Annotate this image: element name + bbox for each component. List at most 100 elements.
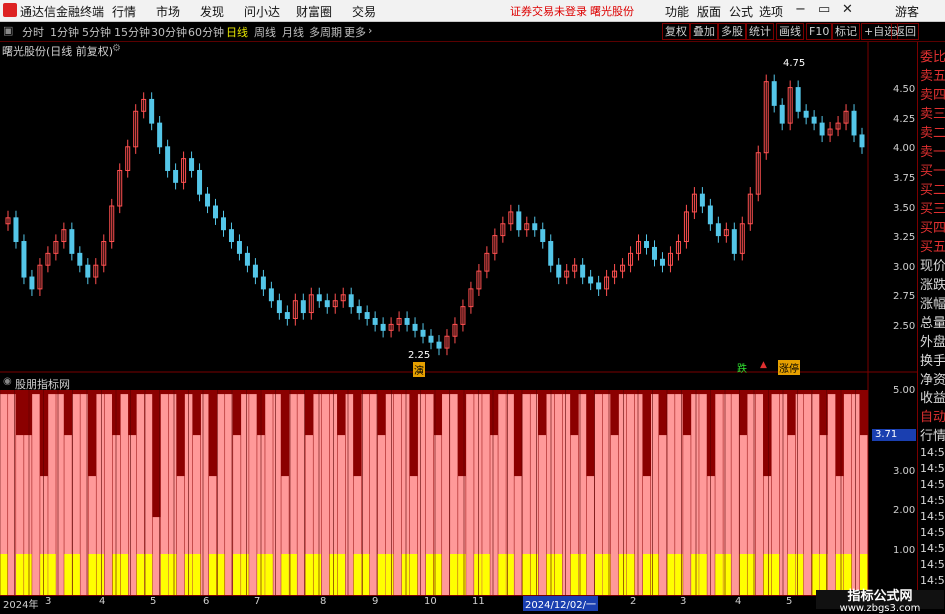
panel-auto-label[interactable]: 自动 — [920, 406, 945, 425]
indicator-bar — [490, 435, 498, 595]
indicator-bar — [104, 394, 113, 595]
indicator-yellow-bar — [337, 554, 346, 595]
candle-body — [157, 122, 163, 148]
menu-banmian[interactable]: 版面 — [697, 3, 721, 20]
indicator-yellow-bar — [618, 554, 627, 595]
indicator-bar — [200, 394, 209, 595]
candle-body — [260, 276, 266, 290]
menu-caifuquan[interactable]: 财富圈 — [296, 3, 332, 20]
period-more[interactable]: 更多 — [344, 24, 366, 40]
period-15min[interactable]: 15分钟 — [114, 24, 150, 40]
btn-huaxian[interactable]: 画线 — [776, 23, 804, 40]
event-tag[interactable]: 跌 — [737, 360, 747, 375]
btn-fuquan[interactable]: 复权 — [662, 23, 690, 40]
indicator-bar — [249, 394, 257, 595]
indicator-yellow-bar — [217, 554, 225, 595]
period-multi[interactable]: 多周期 — [309, 24, 342, 40]
panel-label: 买五 — [920, 240, 945, 255]
minimize-icon[interactable]: − — [795, 2, 806, 17]
indicator-menu-icon[interactable]: ◉ — [3, 376, 12, 387]
indicator-yellow-bar — [377, 554, 386, 595]
menu-wenxiaoda[interactable]: 问小达 — [244, 3, 280, 20]
panel-label: 卖五 — [920, 69, 945, 84]
candle-body — [69, 229, 75, 254]
candle-body — [348, 294, 354, 308]
indicator-yellow-bar — [642, 554, 651, 595]
btn-diejia[interactable]: 叠加 — [690, 23, 718, 40]
period-monthly[interactable]: 月线 — [282, 24, 304, 40]
price-tick: 3.50 — [893, 203, 916, 214]
indicator-bar — [803, 394, 812, 595]
indicator-yellow-bar — [16, 554, 24, 595]
indicator-bar — [586, 476, 595, 595]
tick-time: 14:56 — [920, 446, 945, 459]
panel-label: 行情 — [920, 429, 945, 444]
period-fenshi[interactable]: 分时 — [22, 24, 44, 40]
tick-time: 14:56 — [920, 478, 945, 491]
indicator-tick: 2.00 — [893, 505, 916, 516]
period-weekly[interactable]: 周线 — [254, 24, 276, 40]
tick-time: 14:56 — [920, 574, 945, 587]
indicator-yellow-bar — [305, 554, 313, 595]
date-tick: 11 — [472, 596, 485, 607]
guest-label[interactable]: 游客 — [895, 3, 919, 20]
menu-hangqing[interactable]: 行情 — [112, 3, 136, 20]
period-5min[interactable]: 5分钟 — [82, 24, 111, 40]
candle-body — [189, 158, 195, 171]
indicator-yellow-bar — [0, 554, 8, 595]
toolbar-menu-icon[interactable]: ▣ — [3, 24, 13, 37]
btn-biaoji[interactable]: 标记 — [832, 23, 860, 40]
menu-shichang[interactable]: 市场 — [156, 3, 180, 20]
event-tag[interactable]: 演 — [413, 362, 425, 377]
tick-time: 14:56 — [920, 526, 945, 539]
indicator-bar — [634, 394, 643, 595]
btn-tongji[interactable]: 统计 — [746, 23, 774, 40]
candle-body — [859, 134, 865, 148]
indicator-yellow-bar — [208, 554, 217, 595]
btn-fanhui[interactable]: 返回 — [891, 23, 919, 40]
tick-time: 14:56 — [920, 558, 945, 571]
close-icon[interactable]: ✕ — [842, 2, 853, 17]
candle-body — [13, 217, 19, 243]
tick-time: 14:56 — [920, 462, 945, 475]
trade-login-notice[interactable]: 证券交易未登录 — [510, 3, 587, 19]
menu-xuanxiang[interactable]: 选项 — [759, 3, 783, 20]
indicator-yellow-bar — [233, 554, 241, 595]
tick-time: 14:56 — [920, 542, 945, 555]
app-logo-icon — [3, 3, 17, 17]
indicator-bar — [442, 394, 450, 595]
menu-faxian[interactable]: 发现 — [200, 3, 224, 20]
indicator-yellow-bar — [160, 554, 169, 595]
period-60min[interactable]: 60分钟 — [188, 24, 224, 40]
menu-gongneng[interactable]: 功能 — [665, 3, 689, 20]
candle-body — [29, 276, 35, 290]
period-daily[interactable]: 日线 — [226, 24, 248, 40]
indicator-bar — [152, 517, 161, 595]
chart-area[interactable] — [0, 42, 917, 595]
restore-icon[interactable]: ▭ — [818, 2, 830, 17]
indicator-bar — [610, 435, 619, 595]
chevron-right-icon[interactable]: › — [368, 24, 372, 37]
event-tag[interactable]: 涨停 — [778, 360, 800, 375]
date-tick: 2 — [630, 596, 637, 607]
indicator-bar — [369, 394, 378, 595]
indicator-bar — [683, 435, 691, 595]
btn-duogu[interactable]: 多股 — [718, 23, 746, 40]
indicator-yellow-bar — [401, 554, 410, 595]
candle-body — [644, 241, 650, 248]
candle-body — [707, 205, 713, 225]
period-1min[interactable]: 1分钟 — [50, 24, 79, 40]
menu-jiaoyi[interactable]: 交易 — [352, 3, 376, 20]
period-30min[interactable]: 30分钟 — [151, 24, 187, 40]
indicator-bar — [128, 435, 137, 595]
indicator-yellow-bar — [24, 554, 32, 595]
indicator-tick: 5.00 — [893, 385, 916, 396]
menu-gongshi[interactable]: 公式 — [729, 3, 753, 20]
indicator-bar — [273, 394, 281, 595]
candle-body — [540, 229, 546, 243]
candle-body — [420, 329, 426, 337]
indicator-bar — [393, 394, 402, 595]
btn-f10[interactable]: F10 — [806, 23, 833, 40]
candle-body — [580, 264, 586, 278]
price-tick: 3.25 — [893, 232, 916, 243]
